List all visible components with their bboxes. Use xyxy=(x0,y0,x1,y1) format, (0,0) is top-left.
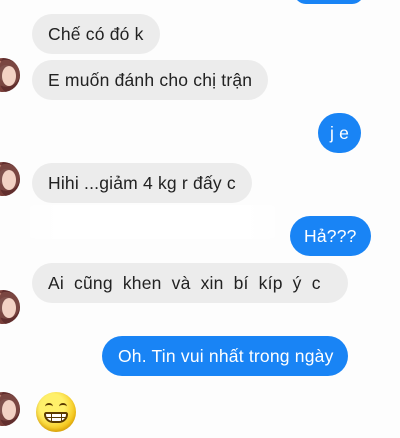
avatar-face xyxy=(2,66,16,86)
incoming-message-bubble[interactable]: Chế có đó k xyxy=(32,14,160,54)
avatar-face xyxy=(2,298,16,318)
contact-avatar[interactable] xyxy=(0,392,20,426)
outgoing-message-bubble[interactable]: j e xyxy=(318,113,362,153)
previous-outgoing-bubble-edge xyxy=(294,0,364,4)
outgoing-message-bubble[interactable]: Oh. Tin vui nhất trong ngày xyxy=(102,336,348,376)
redacted-area xyxy=(20,205,285,239)
message-text: Oh. Tin vui nhất trong ngày xyxy=(118,346,334,366)
contact-avatar[interactable] xyxy=(0,290,20,324)
message-text: E muốn đánh cho chị trận xyxy=(48,70,253,90)
incoming-message-bubble[interactable]: Hihi ...giảm 4 kg r đấy c xyxy=(32,163,252,203)
avatar-face xyxy=(2,170,16,190)
emoji-grin-mouth xyxy=(44,412,68,423)
grinning-face-icon[interactable] xyxy=(36,392,76,432)
contact-avatar[interactable] xyxy=(0,162,20,196)
incoming-message-bubble[interactable]: E muốn đánh cho chị trận xyxy=(32,60,269,100)
avatar-face xyxy=(2,400,16,420)
message-text: j e xyxy=(330,123,350,143)
incoming-message-bubble[interactable]: Ai cũng khen và xin bí kíp ý c xyxy=(32,263,348,303)
message-text: Hả??? xyxy=(304,226,357,246)
emoji-right-eye xyxy=(59,403,67,410)
emoji-left-eye xyxy=(45,403,53,410)
chat-thread: Chế có đó k E muốn đánh cho chị trận j e… xyxy=(0,0,400,438)
message-text: Hihi ...giảm 4 kg r đấy c xyxy=(48,173,236,193)
contact-avatar[interactable] xyxy=(0,58,20,92)
outgoing-message-bubble[interactable]: Hả??? xyxy=(290,216,371,256)
message-text: Ai cũng khen và xin bí kíp ý c xyxy=(48,273,321,293)
message-text: Chế có đó k xyxy=(48,24,144,44)
